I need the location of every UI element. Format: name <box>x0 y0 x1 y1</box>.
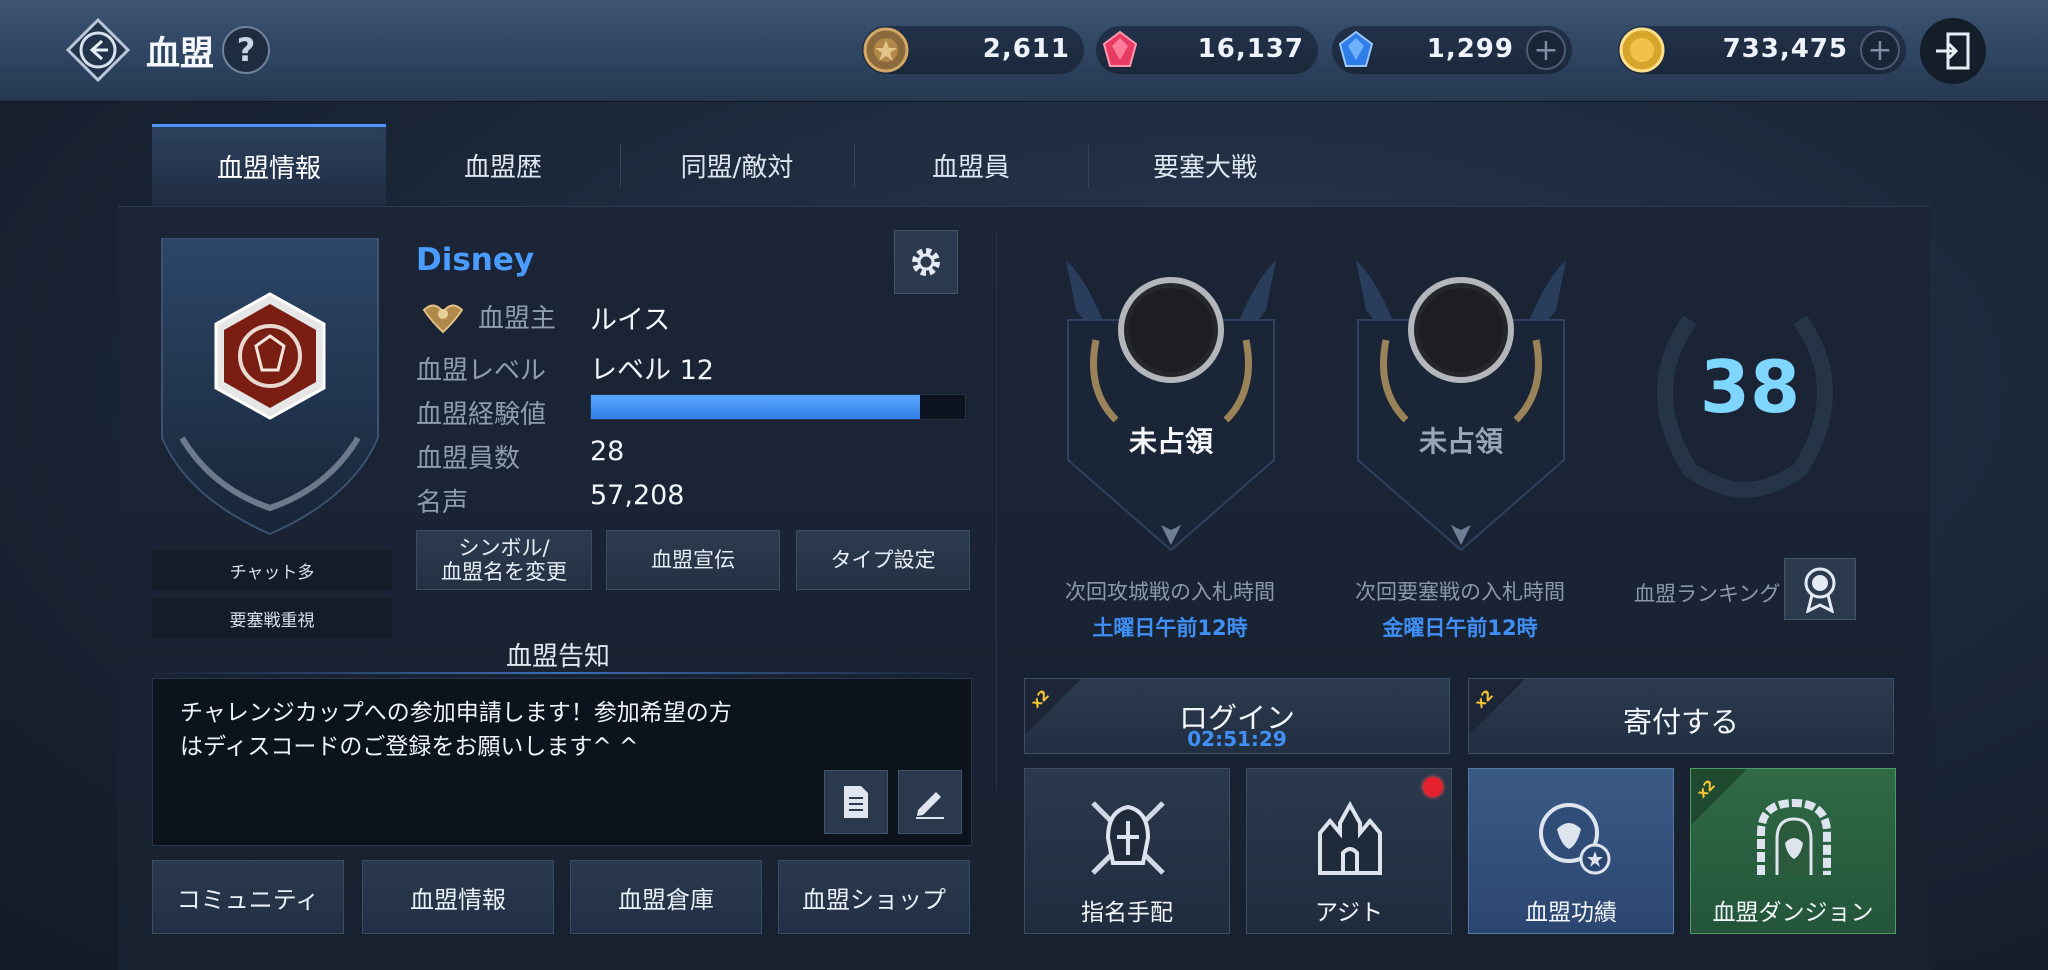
fortress-bid-time: 金曜日午前12時 <box>1382 616 1538 640</box>
fortress-status: 未占領 <box>1418 425 1503 458</box>
tab-bar: 血盟情報 血盟歴 同盟/敵対 血盟員 要塞大戦 <box>152 124 1312 206</box>
clan-shop-button[interactable]: 血盟ショップ <box>778 860 970 934</box>
clan-dungeon-tile[interactable]: x2 血盟ダンジョン <box>1690 768 1896 934</box>
siege-fortress-crest[interactable]: 未占領 <box>1346 250 1576 570</box>
notice-title-underline <box>152 672 972 674</box>
clan-promo-button[interactable]: 血盟宣伝 <box>606 530 780 590</box>
exit-button[interactable] <box>1920 18 1986 84</box>
notice-text: チャレンジカップへの参加申請します！参加希望の方 はディスコードのご登録をお願い… <box>180 696 800 764</box>
members-value: 28 <box>590 436 625 467</box>
document-icon <box>844 786 868 818</box>
clan-ranking-button[interactable] <box>1784 558 1856 620</box>
exp-bar <box>590 394 966 420</box>
community-button[interactable]: コミュニティ <box>152 860 344 934</box>
fortress-crest-icon <box>1356 260 1566 552</box>
hideout-label: アジト <box>1314 900 1384 926</box>
clan-achievement-tile[interactable]: 血盟功績 <box>1468 768 1674 934</box>
login-timer: 02:51:29 <box>1187 727 1287 751</box>
helmet-swords-icon <box>1091 801 1165 875</box>
tab-fortress-war[interactable]: 要塞大戦 <box>1088 124 1322 206</box>
currency-gold-amount: 733,475 <box>1722 34 1848 64</box>
login-event-button[interactable]: x2 ログイン 02:51:29 <box>1024 678 1450 754</box>
lion-emblem-icon <box>1539 803 1611 875</box>
currency-medal: 2,611 <box>862 26 1084 74</box>
add-blue-gem-button[interactable]: + <box>1526 30 1566 70</box>
clan-tag-chat: チャット多 <box>152 550 392 590</box>
add-gold-button[interactable]: + <box>1860 30 1900 70</box>
leader-crest-icon <box>422 304 464 334</box>
leader-label: 血盟主 <box>478 304 557 334</box>
castle-icon <box>1318 800 1382 875</box>
level-label: 血盟レベル <box>416 356 547 386</box>
castle-bid-time: 土曜日午前12時 <box>1092 616 1248 640</box>
blue-gem-icon <box>1338 30 1374 67</box>
x2-event-badge-icon: x2 <box>1691 769 1747 825</box>
type-settings-button[interactable]: タイプ設定 <box>796 530 970 590</box>
castle-status: 未占領 <box>1128 425 1213 458</box>
wanted-label: 指名手配 <box>1081 900 1173 926</box>
clan-tag-fortress: 要塞戦重視 <box>152 598 392 638</box>
exp-bar-fill <box>591 395 921 419</box>
clan-name: Disney <box>416 242 535 278</box>
donate-event-button[interactable]: x2 寄付する <box>1468 678 1894 754</box>
clan-achievement-label: 血盟功績 <box>1525 900 1617 926</box>
currency-medal-amount: 2,611 <box>982 34 1070 64</box>
currency-blue-gem-amount: 1,299 <box>1426 34 1514 64</box>
castle-bid-label: 次回攻城戦の入札時間 <box>1065 580 1275 604</box>
tab-clan-info[interactable]: 血盟情報 <box>152 124 386 206</box>
change-symbol-line2: 血盟名を変更 <box>441 560 567 584</box>
pencil-edit-icon <box>916 792 944 819</box>
clan-dungeon-label: 血盟ダンジョン <box>1712 900 1874 926</box>
clan-settings-button[interactable] <box>894 230 958 294</box>
exit-door-icon <box>1936 32 1970 70</box>
back-arrow-icon <box>65 17 131 83</box>
clan-info-button[interactable]: 血盟情報 <box>362 860 554 934</box>
currency-gold: 733,475 + <box>1618 26 1906 74</box>
leader-value: ルイス <box>590 305 671 336</box>
fame-label: 名声 <box>416 488 469 518</box>
change-symbol-line1: シンボル/ <box>458 535 550 560</box>
clan-emblem <box>152 237 388 538</box>
hideout-tile[interactable]: アジト <box>1246 768 1452 934</box>
notice-title: 血盟告知 <box>506 642 611 672</box>
tab-members[interactable]: 血盟員 <box>854 124 1088 206</box>
tab-alliance-hostile[interactable]: 同盟/敵対 <box>620 124 854 206</box>
notice-edit-button[interactable] <box>898 770 962 834</box>
bronze-medal-coin-icon <box>863 27 909 73</box>
exp-label: 血盟経験値 <box>416 400 547 430</box>
siege-castle-crest[interactable]: 未占領 <box>1056 250 1286 570</box>
back-button[interactable] <box>64 16 132 84</box>
currency-red-gem: 16,137 <box>1096 26 1318 74</box>
red-gem-icon <box>1102 30 1138 67</box>
castle-crest-icon <box>1066 260 1276 552</box>
level-value: レベル 12 <box>590 355 714 386</box>
award-ribbon-icon <box>1804 567 1836 613</box>
fame-value: 57,208 <box>590 480 685 511</box>
fortress-bid-label: 次回要塞戦の入札時間 <box>1355 580 1565 604</box>
clan-ranking-value: 38 <box>1699 345 1801 429</box>
dungeon-gate-icon <box>1757 798 1831 875</box>
gold-coin-icon <box>1619 27 1665 73</box>
top-bar: 血盟 ? 2,611 16,137 1,299 + 733,475 + <box>0 0 2048 102</box>
notice-line-2: はディスコードのご登録をお願いします^ ^ <box>180 734 639 760</box>
change-symbol-name-button[interactable]: シンボル/ 血盟名を変更 <box>416 530 592 590</box>
page-title: 血盟 <box>146 34 214 74</box>
donate-label: 寄付する <box>1622 705 1739 739</box>
tab-clan-history[interactable]: 血盟歴 <box>386 124 620 206</box>
clan-ranking-label: 血盟ランキング <box>1634 582 1781 606</box>
clan-warehouse-button[interactable]: 血盟倉庫 <box>570 860 762 934</box>
clan-emblem-icon <box>161 237 379 536</box>
currency-red-gem-amount: 16,137 <box>1197 34 1304 64</box>
gear-icon <box>912 248 940 276</box>
panel-divider <box>996 230 997 790</box>
notice-line-1: チャレンジカップへの参加申請します！参加希望の方 <box>180 700 732 726</box>
currency-blue-gem: 1,299 + <box>1332 26 1572 74</box>
members-label: 血盟員数 <box>416 444 521 474</box>
help-button[interactable]: ? <box>222 26 270 74</box>
notice-view-button[interactable] <box>824 770 888 834</box>
notification-dot <box>1423 777 1443 797</box>
wanted-tile[interactable]: 指名手配 <box>1024 768 1230 934</box>
